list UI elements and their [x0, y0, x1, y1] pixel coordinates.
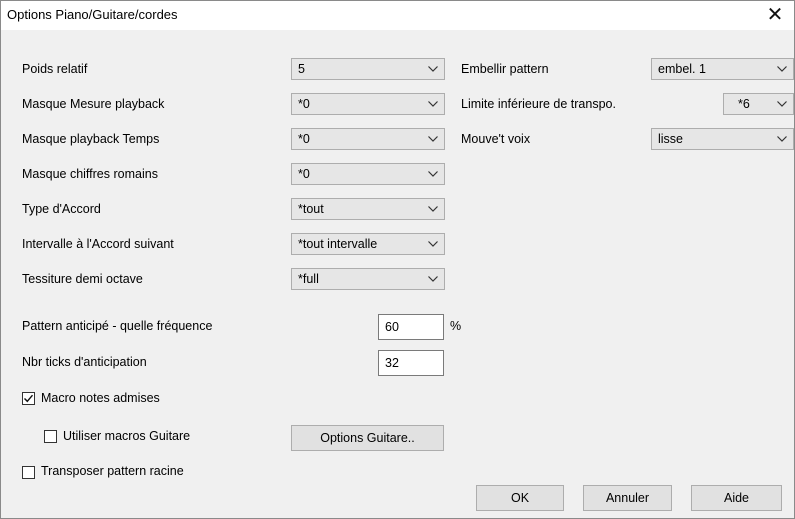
lower-transpose-limit-value: *6 [738, 97, 750, 111]
anticipation-ticks-input[interactable]: 32 [378, 350, 444, 376]
half-octave-range-select[interactable]: *full [291, 268, 445, 290]
next-chord-interval-select[interactable]: *tout intervalle [291, 233, 445, 255]
half-octave-range-label: Tessiture demi octave [22, 272, 143, 286]
chord-type-value: *tout [298, 202, 324, 216]
percent-unit: % [450, 319, 462, 333]
chevron-down-icon [773, 59, 791, 79]
anticipation-frequency-input[interactable]: 60 [378, 314, 444, 340]
roman-numeral-mask-select[interactable]: *0 [291, 163, 445, 185]
roman-numeral-mask-label: Masque chiffres romains [22, 167, 158, 181]
voice-movement-select[interactable]: lisse [651, 128, 794, 150]
lower-transpose-limit-select[interactable]: *6 [723, 93, 794, 115]
chord-type-label: Type d'Accord [22, 202, 101, 216]
chevron-down-icon [773, 129, 791, 149]
guitar-macros-checkbox[interactable] [44, 430, 57, 443]
chevron-down-icon [424, 129, 442, 149]
next-chord-interval-label: Intervalle à l'Accord suivant [22, 237, 174, 251]
guitar-options-button[interactable]: Options Guitare.. [291, 425, 444, 451]
anticipation-ticks-value: 32 [385, 356, 399, 370]
relative-weight-value: 5 [298, 62, 305, 76]
chevron-down-icon [424, 234, 442, 254]
next-chord-interval-value: *tout intervalle [298, 237, 378, 251]
options-dialog: Options Piano/Guitare/cordes ✕ Poids rel… [0, 0, 795, 519]
anticipation-ticks-label: Nbr ticks d'anticipation [22, 355, 147, 369]
roman-numeral-mask-value: *0 [298, 167, 310, 181]
beat-playback-mask-select[interactable]: *0 [291, 128, 445, 150]
chevron-down-icon [424, 164, 442, 184]
macro-notes-checkbox[interactable] [22, 392, 35, 405]
title-bar: Options Piano/Guitare/cordes ✕ [1, 1, 794, 30]
close-icon[interactable]: ✕ [762, 2, 788, 28]
guitar-macros-label[interactable]: Utiliser macros Guitare [63, 429, 190, 443]
lower-transpose-limit-label: Limite inférieure de transpo. [461, 97, 616, 111]
help-button[interactable]: Aide [691, 485, 782, 511]
relative-weight-select[interactable]: 5 [291, 58, 445, 80]
bar-playback-mask-select[interactable]: *0 [291, 93, 445, 115]
embellish-pattern-select[interactable]: embel. 1 [651, 58, 794, 80]
checkmark-icon [24, 394, 34, 403]
transpose-root-label[interactable]: Transposer pattern racine [41, 464, 184, 478]
beat-playback-mask-value: *0 [298, 132, 310, 146]
chord-type-select[interactable]: *tout [291, 198, 445, 220]
chevron-down-icon [424, 59, 442, 79]
chevron-down-icon [424, 199, 442, 219]
voice-movement-label: Mouve't voix [461, 132, 531, 146]
voice-movement-value: lisse [658, 132, 684, 146]
transpose-root-checkbox[interactable] [22, 466, 35, 479]
relative-weight-label: Poids relatif [22, 62, 88, 76]
macro-notes-label[interactable]: Macro notes admises [41, 391, 160, 405]
ok-button[interactable]: OK [476, 485, 564, 511]
window-title: Options Piano/Guitare/cordes [7, 7, 178, 22]
beat-playback-mask-label: Masque playback Temps [22, 132, 160, 146]
chevron-down-icon [424, 94, 442, 114]
embellish-pattern-value: embel. 1 [658, 62, 706, 76]
embellish-pattern-label: Embellir pattern [461, 62, 549, 76]
chevron-down-icon [773, 94, 791, 114]
anticipation-frequency-value: 60 [385, 320, 399, 334]
bar-playback-mask-label: Masque Mesure playback [22, 97, 165, 111]
anticipation-frequency-label: Pattern anticipé - quelle fréquence [22, 319, 213, 333]
cancel-button[interactable]: Annuler [583, 485, 672, 511]
chevron-down-icon [424, 269, 442, 289]
bar-playback-mask-value: *0 [298, 97, 310, 111]
half-octave-range-value: *full [298, 272, 319, 286]
